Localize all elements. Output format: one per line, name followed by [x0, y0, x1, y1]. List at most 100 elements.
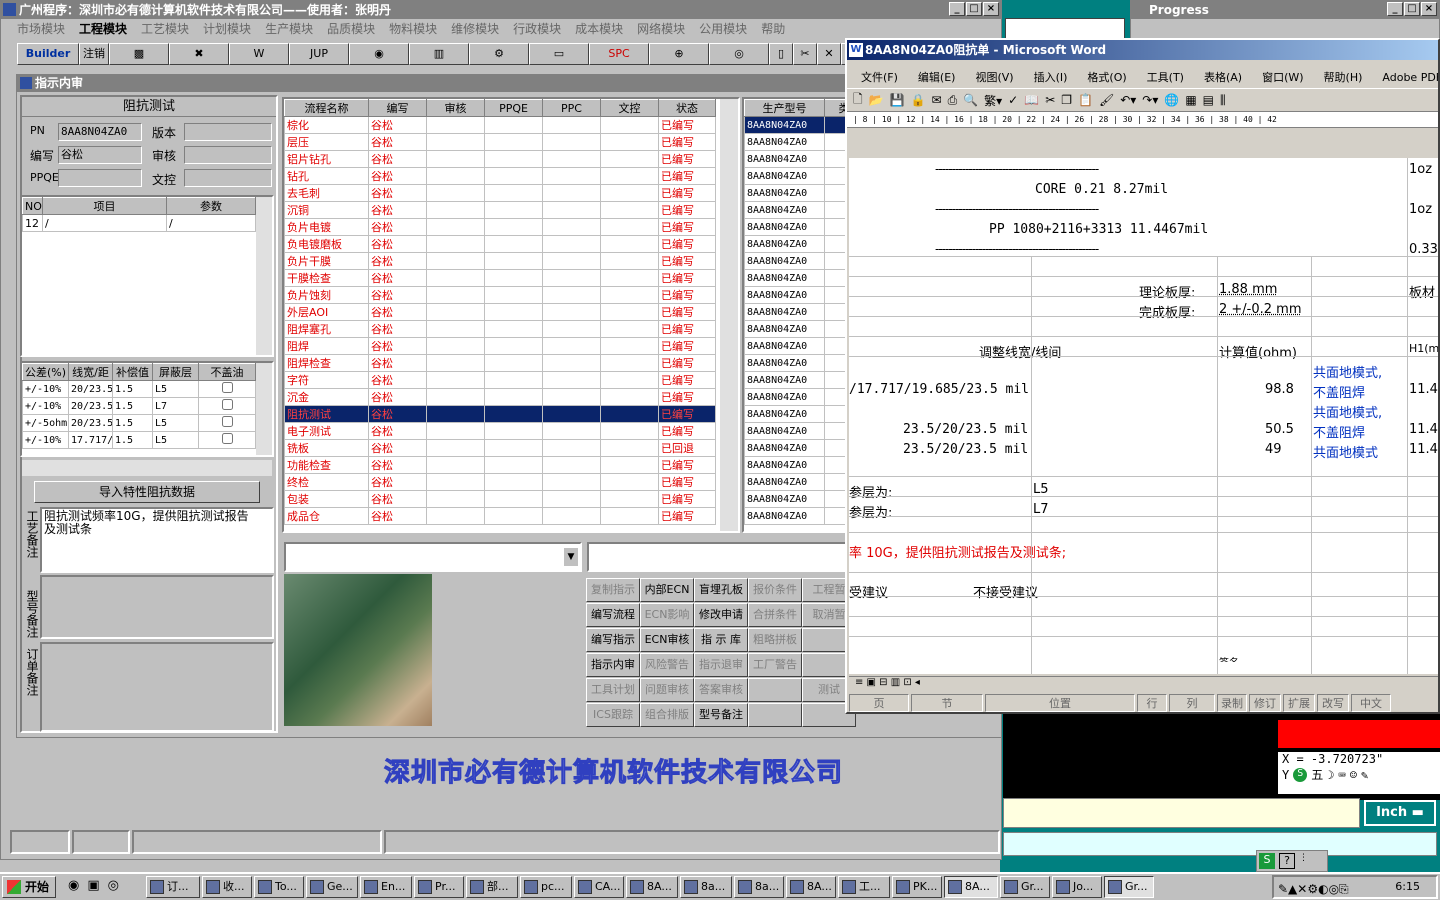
taskbar-item[interactable]: pc...	[520, 876, 572, 898]
table-row[interactable]: 8AA8N04ZA0	[744, 235, 848, 253]
no-oil-checkbox[interactable]	[221, 399, 233, 410]
col-review[interactable]: 审核	[426, 99, 485, 117]
taskbar-item[interactable]: 工...	[838, 876, 890, 898]
menu-item[interactable]: 行政模块	[513, 22, 561, 36]
wrench-icon[interactable]: ✎	[1361, 768, 1368, 782]
close-icon[interactable]: ×	[983, 2, 999, 16]
cut-icon[interactable]: ✂	[1045, 93, 1055, 107]
table-row[interactable]: 8AA8N04ZA0	[744, 167, 848, 185]
action-button[interactable]: 编写指示	[586, 628, 640, 652]
col-author[interactable]: 编写	[368, 99, 427, 117]
table-row[interactable]: 外层AOI 谷松 已编写	[284, 303, 716, 321]
language-bar[interactable]: S ? ⋮	[1256, 850, 1328, 872]
action-button[interactable]	[748, 703, 802, 727]
table-row[interactable]: +/-10% 20/23.5 1.5 L5	[22, 380, 256, 398]
units-select[interactable]: Inch ▬	[1364, 800, 1436, 826]
menu-item[interactable]: 工艺模块	[141, 22, 189, 36]
word-menu-item[interactable]: 文件(F)	[861, 69, 898, 85]
email-icon[interactable]: ✉	[932, 93, 942, 107]
action-button[interactable]: ECN影响	[640, 603, 694, 627]
action-button[interactable]: 指示内审	[586, 653, 640, 677]
paste-icon[interactable]: 📋	[1078, 93, 1093, 107]
col-tolerance[interactable]: 公差(%)	[22, 363, 69, 381]
action-button[interactable]: 组合排版	[640, 703, 694, 727]
menu-item[interactable]: 物料模块	[389, 22, 437, 36]
no-oil-checkbox[interactable]	[221, 433, 233, 444]
table-row[interactable]: 阻焊塞孔 谷松 已编写	[284, 320, 716, 338]
menu-item[interactable]: 网络模块	[637, 22, 685, 36]
table-row[interactable]: 8AA8N04ZA0	[744, 354, 848, 372]
action-button[interactable]: 内部ECN	[640, 578, 694, 602]
table-row[interactable]: 8AA8N04ZA0	[744, 133, 848, 151]
view-buttons[interactable]: ≡ ▣ ⊟ ▥ ⊡ ◂	[849, 677, 920, 688]
maximize-icon[interactable]: □	[966, 2, 982, 16]
taskbar-item[interactable]: 收...	[202, 876, 252, 898]
taskbar-item[interactable]: Pr...	[414, 876, 464, 898]
ie-icon[interactable]: ◎	[709, 43, 769, 65]
table-row[interactable]: 去毛刺 谷松 已编写	[284, 184, 716, 202]
table-row[interactable]: 铝片钻孔 谷松 已编写	[284, 150, 716, 168]
action-button[interactable]: 工具计划	[586, 678, 640, 702]
table-row[interactable]: 包装 谷松 已编写	[284, 490, 716, 508]
ie-icon[interactable]: ◉	[68, 878, 79, 898]
table-row[interactable]: 8AA8N04ZA0	[744, 286, 848, 304]
taskbar-item[interactable]: 8A...	[944, 876, 998, 898]
word-menu-item[interactable]: 工具(T)	[1147, 69, 1184, 85]
table-row[interactable]: 终检 谷松 已编写	[284, 473, 716, 491]
word-icon[interactable]: W	[229, 43, 289, 65]
table-row[interactable]: 8AA8N04ZA0	[744, 388, 848, 406]
table-row[interactable]: 8AA8N04ZA0	[744, 456, 848, 474]
no-oil-checkbox[interactable]	[221, 382, 233, 393]
ppqe-field[interactable]	[58, 169, 142, 187]
table-row[interactable]: 8AA8N04ZA0	[744, 473, 848, 491]
action-button[interactable]: 盲埋孔板	[694, 578, 748, 602]
word-menu-item[interactable]: 格式(O)	[1087, 69, 1126, 85]
taskbar-item[interactable]: Ge...	[306, 876, 358, 898]
menu-item[interactable]: 市场模块	[17, 22, 65, 36]
menu-item[interactable]: 品质模块	[327, 22, 375, 36]
table-row[interactable]: 功能检查 谷松 已编写	[284, 456, 716, 474]
menu-item[interactable]: 工程模块	[79, 22, 127, 36]
order-remark-text[interactable]	[40, 642, 274, 732]
col-model[interactable]: 生产型号	[744, 99, 825, 117]
word-menu-item[interactable]: 窗口(W)	[1262, 69, 1303, 85]
taskbar-item[interactable]: Gr...	[1000, 876, 1050, 898]
sogou-icon[interactable]: S	[1259, 853, 1275, 869]
action-button[interactable]: 问题审核	[640, 678, 694, 702]
menu-item[interactable]: 帮助	[761, 22, 785, 36]
table-row[interactable]: 8AA8N04ZA0	[744, 405, 848, 423]
table-row[interactable]: 8AA8N04ZA0	[744, 337, 848, 355]
table-row[interactable]: 8AA8N04ZA0	[744, 218, 848, 236]
col-no[interactable]: NO	[22, 197, 43, 215]
model-combo[interactable]	[587, 542, 849, 572]
tray-icons[interactable]: ✎▲✕⚙◐◎⎘	[1278, 879, 1349, 899]
col-ppc[interactable]: PPC	[542, 99, 601, 117]
taskbar-item[interactable]: 8a...	[734, 876, 784, 898]
col-param[interactable]: 参数	[166, 197, 256, 215]
table-row[interactable]: 阻焊 谷松 已编写	[284, 337, 716, 355]
table-row[interactable]: 沉金 谷松 已编写	[284, 388, 716, 406]
undo-icon[interactable]: ↶▾	[1120, 93, 1136, 107]
eye-icon[interactable]: ◉	[349, 43, 409, 65]
table-row[interactable]: 8AA8N04ZA0	[744, 507, 848, 525]
close-icon[interactable]: ✕	[817, 43, 841, 65]
taskbar-item[interactable]: 8A...	[626, 876, 678, 898]
table-row[interactable]: 8AA8N04ZA0	[744, 439, 848, 457]
action-button[interactable]: 粗略拼板	[748, 628, 802, 652]
table-row[interactable]: 8AA8N04ZA0	[744, 371, 848, 389]
computer-icon[interactable]: ▭	[529, 43, 589, 65]
insert-table-icon[interactable]: ▤	[1203, 93, 1214, 107]
menu-item[interactable]: 公用模块	[699, 22, 747, 36]
new-icon[interactable]: 🗋	[853, 90, 863, 111]
tools-icon[interactable]: ⚙	[469, 43, 529, 65]
taskbar-item[interactable]: To...	[254, 876, 304, 898]
table-row[interactable]: 8AA8N04ZA0	[744, 116, 848, 134]
print-icon[interactable]: ⎙	[948, 93, 958, 108]
jup-button[interactable]: JUP	[289, 43, 349, 65]
taskbar-item[interactable]: 部...	[466, 876, 518, 898]
close-icon[interactable]: ×	[1421, 2, 1437, 16]
spell-icon[interactable]: ✓	[1008, 93, 1018, 107]
model-table[interactable]: 生产型号类 8AA8N04ZA0 8AA8N04ZA0 8AA8N04ZA0 8AA8…	[742, 97, 850, 533]
options-icon[interactable]: ⋮	[1299, 853, 1308, 869]
table-row[interactable]: +/-5ohm 20/23.5 1.5 L5	[22, 414, 256, 432]
